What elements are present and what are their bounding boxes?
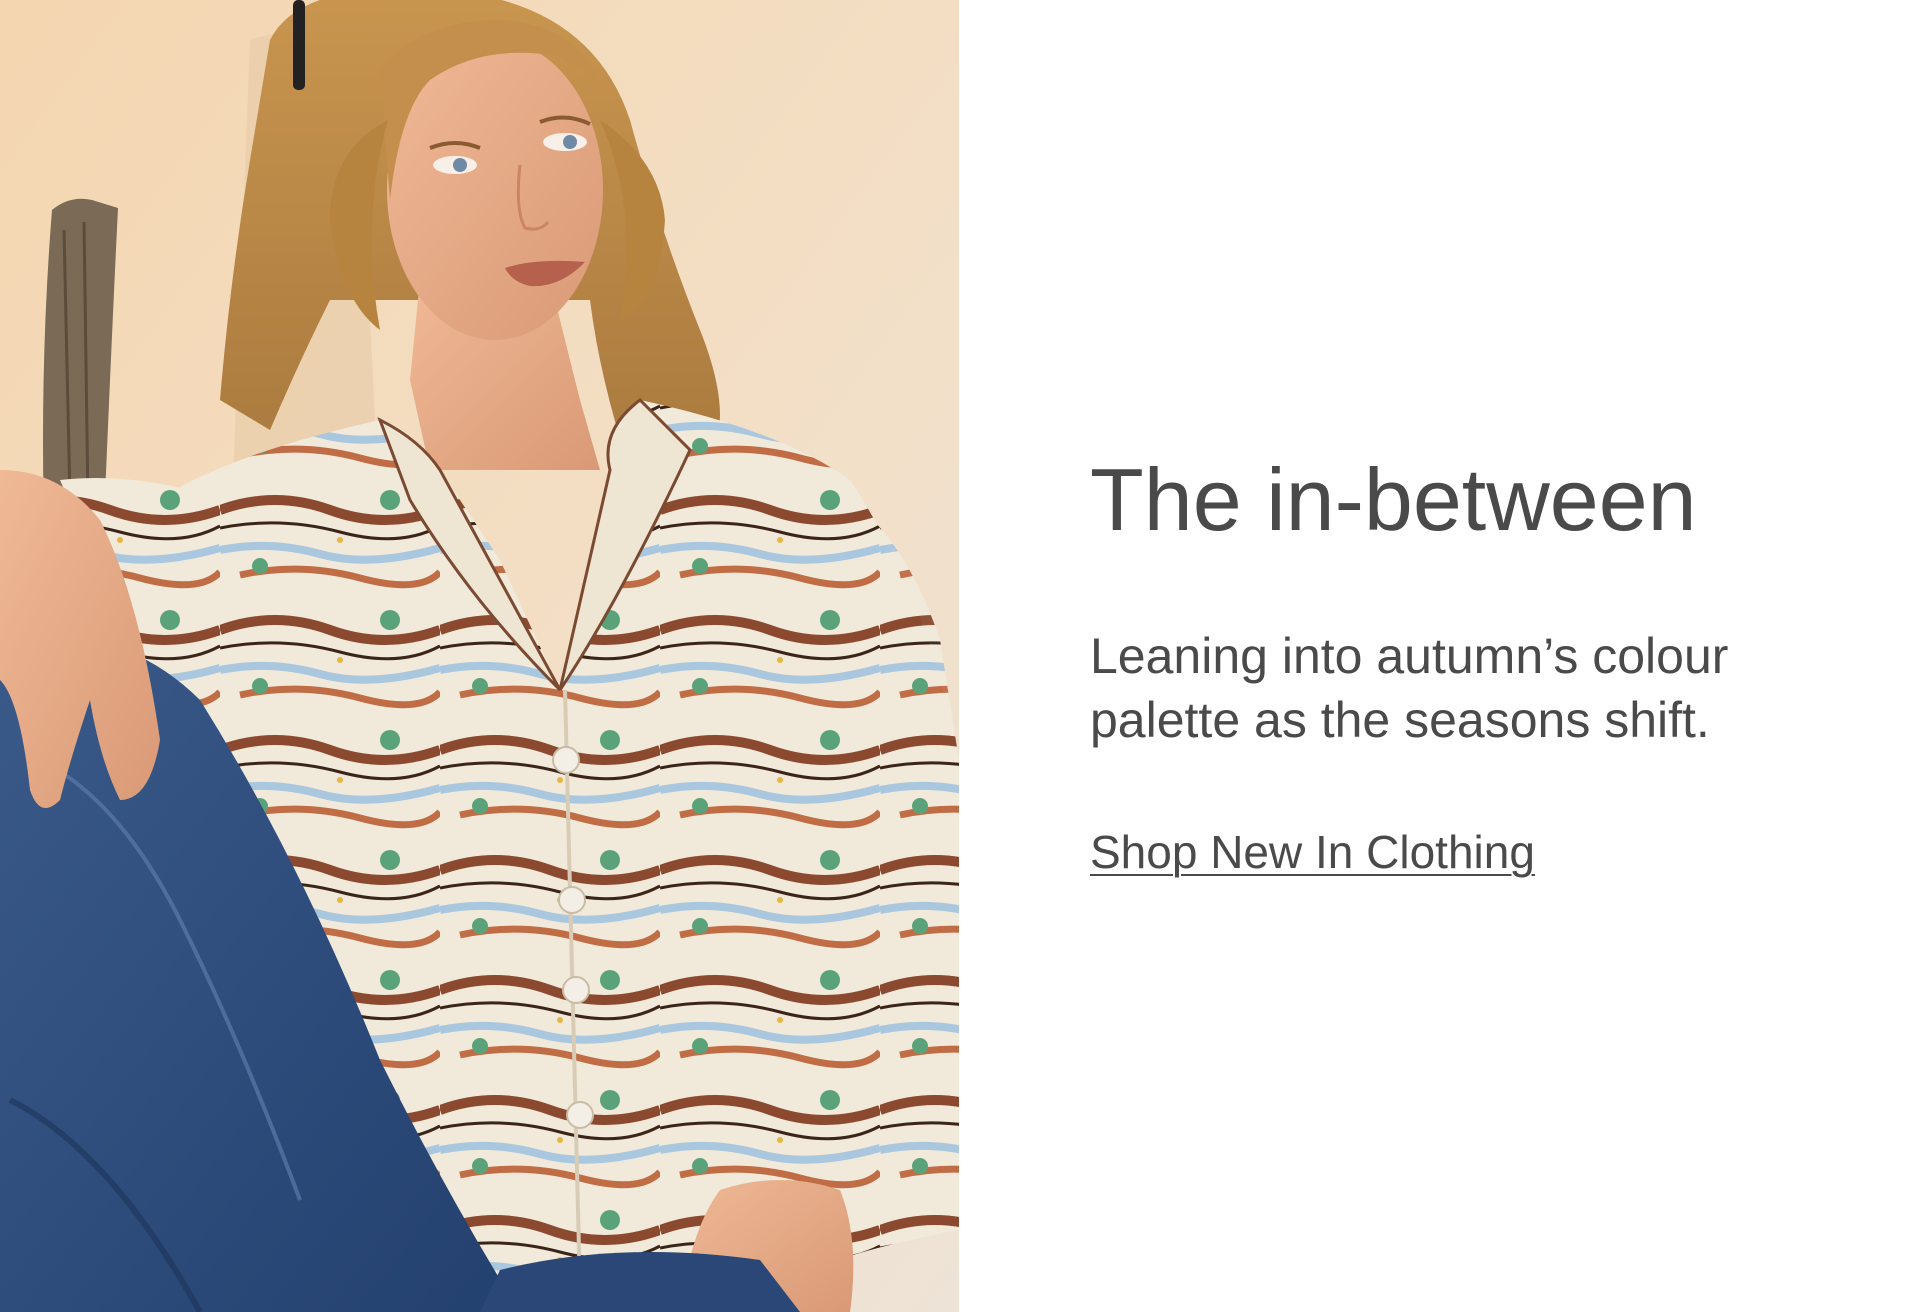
hero-headline: The in-between: [1090, 450, 1697, 549]
shop-new-in-clothing-link[interactable]: Shop New In Clothing: [1090, 824, 1535, 880]
editorial-hero: The in-between Leaning into autumn’s col…: [0, 0, 1920, 1312]
model-illustration: [0, 0, 959, 1312]
hero-subhead: Leaning into autumn’s colour palette as …: [1090, 628, 1729, 748]
hero-copy-block: The in-between Leaning into autumn’s col…: [1090, 450, 1850, 880]
hero-copy: The in-between Leaning into autumn’s col…: [959, 0, 1920, 1312]
hero-photo[interactable]: [0, 0, 959, 1312]
